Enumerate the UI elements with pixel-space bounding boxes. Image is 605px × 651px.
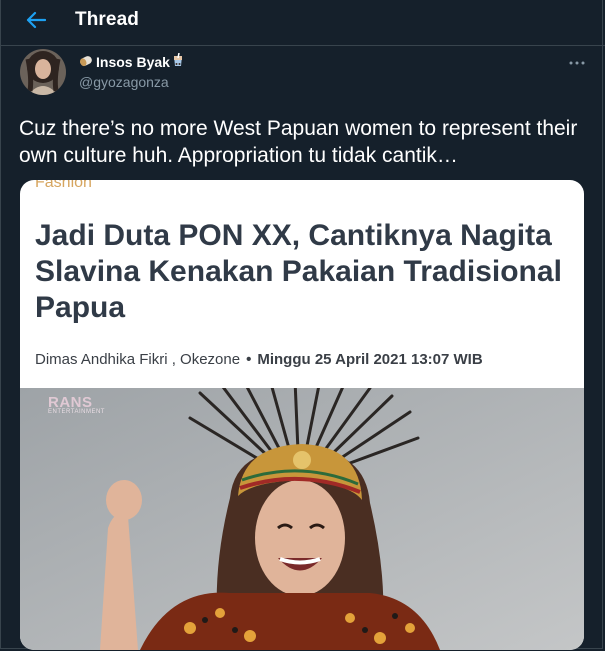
byline-separator: • bbox=[246, 351, 252, 368]
page-title: Thread bbox=[75, 9, 139, 30]
thread-header: Thread bbox=[0, 0, 605, 46]
back-button[interactable] bbox=[22, 8, 50, 36]
rans-logo: RANS ENTERTAINMENT bbox=[48, 394, 105, 415]
author-handle[interactable]: @gyozagonza bbox=[79, 74, 169, 90]
bubble-tea-emoji-icon bbox=[173, 52, 183, 70]
article-byline: Dimas Andhika Fikri , Okezone • Minggu 25 … bbox=[35, 351, 483, 368]
author-name: Insos Byak bbox=[96, 53, 170, 70]
tweet-image-card[interactable]: Fashion Jadi Duta PON XX, Cantiknya Nagi… bbox=[20, 180, 584, 650]
article-section: Fashion bbox=[35, 180, 92, 191]
avatar[interactable] bbox=[20, 49, 66, 95]
pill-emoji-icon bbox=[79, 54, 93, 70]
article-headline: Jadi Duta PON XX, Cantiknya Nagita Slavi… bbox=[35, 219, 562, 324]
logo-subtext: ENTERTAINMENT bbox=[48, 409, 105, 415]
author-name-row[interactable]: Insos Byak bbox=[79, 52, 183, 70]
tweet-text: Cuz there’s no more West Papuan women to… bbox=[19, 117, 578, 167]
article-photo: RANS ENTERTAINMENT bbox=[20, 378, 584, 650]
arrow-left-icon bbox=[26, 11, 47, 34]
more-options-button[interactable] bbox=[565, 50, 589, 70]
article-author: Dimas Andhika Fikri , Okezone bbox=[35, 351, 241, 368]
more-dots-icon bbox=[569, 52, 585, 68]
article-date: Minggu 25 April 2021 13:07 WIB bbox=[257, 351, 483, 368]
